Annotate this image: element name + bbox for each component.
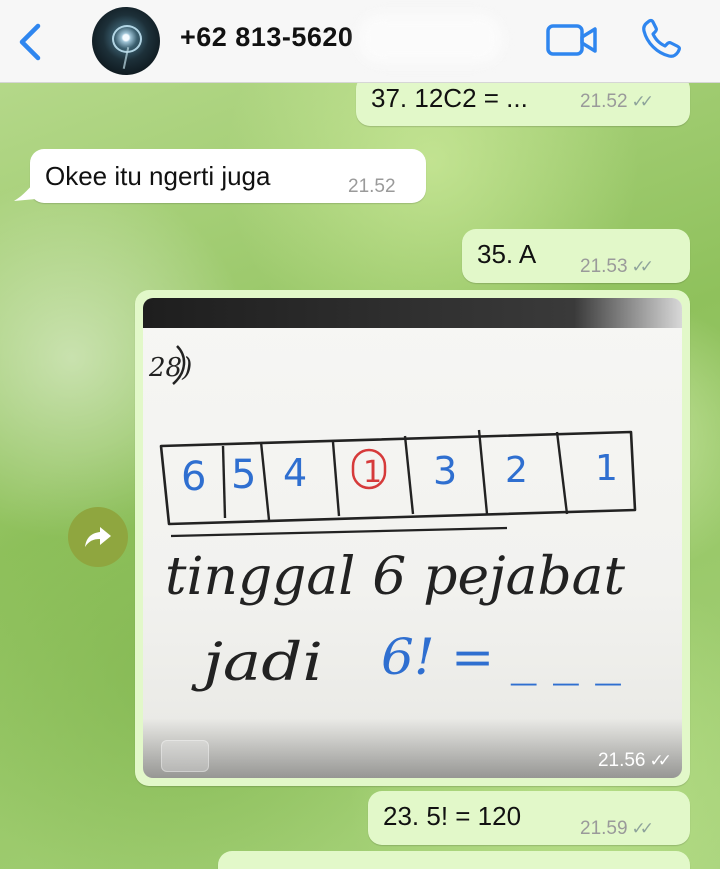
photo-thumbnail xyxy=(161,740,209,772)
video-call-button[interactable] xyxy=(545,22,599,58)
read-ticks-icon: ✓✓ xyxy=(631,257,654,276)
message-time: 21.56 ✓✓ xyxy=(597,750,672,772)
image-message[interactable]: 28) 6 5 4 1 3 2 1 tinggal 6 pejabat jadi… xyxy=(135,290,690,786)
chat-header: +62 813-5620 xyxy=(0,0,720,83)
message-time: 21.52 xyxy=(348,176,396,197)
contact-avatar[interactable] xyxy=(92,7,160,75)
message-time: 21.52 ✓✓ xyxy=(580,91,654,113)
box-number: 6 xyxy=(181,454,206,500)
chat-area[interactable]: 37. 12C2 = ... 21.52 ✓✓ Okee itu ngerti j… xyxy=(0,83,720,869)
box-number: 3 xyxy=(433,449,457,493)
box-divider xyxy=(170,526,508,538)
message-outgoing-partial[interactable] xyxy=(218,851,690,869)
box-number: 2 xyxy=(505,450,528,491)
read-ticks-icon: ✓✓ xyxy=(631,92,654,111)
forward-icon xyxy=(85,527,111,547)
message-time-text: 21.56 xyxy=(597,750,646,771)
bubble-tail xyxy=(14,181,36,201)
message-text: 37. 12C2 = ... xyxy=(371,83,528,113)
handwriting-line-2-prefix: jadi xyxy=(191,633,323,693)
whiteboard-photo[interactable]: 28) 6 5 4 1 3 2 1 tinggal 6 pejabat jadi… xyxy=(143,298,682,778)
message-text: 35. A xyxy=(477,239,537,269)
forward-button[interactable] xyxy=(68,507,128,567)
message-time-text: 21.53 xyxy=(580,256,628,277)
message-text: 23. 5! = 120 xyxy=(383,801,522,831)
message-time: 21.53 ✓✓ xyxy=(580,256,654,278)
voice-call-button[interactable] xyxy=(638,16,684,62)
redacted-area xyxy=(358,14,502,64)
problem-number: 28) xyxy=(148,353,192,383)
handwriting-line-2-value: 6! = _ _ _ xyxy=(381,628,621,686)
box-number: 4 xyxy=(283,451,307,495)
box-number: 1 xyxy=(595,448,618,489)
read-ticks-icon: ✓✓ xyxy=(649,751,672,770)
phone-icon xyxy=(642,18,681,58)
back-button[interactable] xyxy=(12,20,48,64)
contact-name[interactable]: +62 813-5620 xyxy=(180,22,353,53)
handwriting-line-1: tinggal 6 pejabat xyxy=(165,547,625,607)
message-time-text: 21.52 xyxy=(580,91,628,112)
message-time-text: 21.59 xyxy=(580,818,628,839)
video-call-icon xyxy=(546,24,597,56)
whiteboard-drawing: 28) 6 5 4 1 3 2 1 tinggal 6 pejabat jadi… xyxy=(148,345,637,693)
message-incoming[interactable]: Okee itu ngerti juga 21.52 xyxy=(30,149,426,203)
message-time: 21.59 ✓✓ xyxy=(580,818,654,840)
back-chevron-icon xyxy=(19,23,41,61)
message-outgoing[interactable]: 35. A 21.53 ✓✓ xyxy=(462,229,690,283)
message-text: Okee itu ngerti juga xyxy=(45,161,271,191)
message-outgoing[interactable]: 23. 5! = 120 21.59 ✓✓ xyxy=(368,791,690,845)
box-number: 5 xyxy=(231,452,256,498)
message-outgoing[interactable]: 37. 12C2 = ... 21.52 ✓✓ xyxy=(356,83,690,126)
read-ticks-icon: ✓✓ xyxy=(631,819,654,838)
